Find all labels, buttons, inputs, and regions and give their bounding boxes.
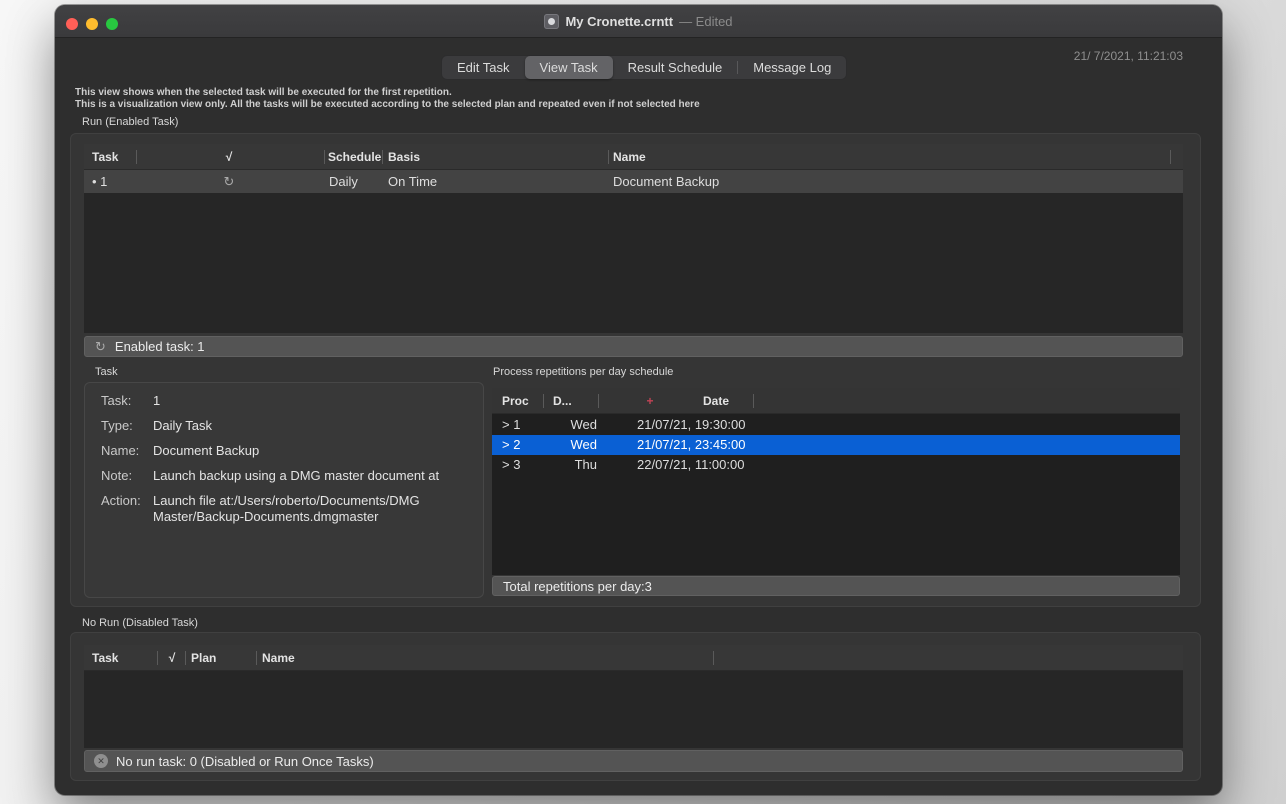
window-title: My Cronette.crntt — Edited (55, 5, 1222, 38)
cell-proc: > 2 (502, 437, 521, 452)
col-task[interactable]: Task (92, 645, 118, 671)
tab-message-log[interactable]: Message Log (738, 56, 846, 79)
column-separator[interactable] (324, 150, 325, 164)
norun-section-label: No Run (Disabled Task) (82, 617, 198, 629)
total-repetitions-statusbar: Total repetitions per day:3 (492, 576, 1180, 596)
enabled-task-count: Enabled task: 1 (114, 339, 205, 354)
cell-date: 21/07/21, 23:45:00 (637, 437, 746, 452)
repetition-row[interactable]: > 3 Thu 22/07/21, 11:00:00 (492, 455, 1180, 475)
total-repetitions-text: Total repetitions per day:3 (503, 578, 652, 594)
repetition-row[interactable]: > 1 Wed 21/07/21, 19:30:00 (492, 415, 1180, 435)
column-separator[interactable] (543, 394, 544, 408)
task-panel-label: Task (95, 366, 118, 378)
document-proxy-icon[interactable] (544, 14, 560, 29)
column-separator[interactable] (598, 394, 599, 408)
column-separator[interactable] (1170, 150, 1171, 164)
app-window: My Cronette.crntt — Edited Edit Task Vie… (55, 5, 1222, 795)
repeat-icon: ↻ (223, 174, 235, 189)
field-value: Launch backup using a DMG master documen… (153, 468, 440, 483)
cell-proc: > 3 (502, 457, 521, 472)
field-label: Note: (101, 468, 133, 483)
field-value: 1 (153, 393, 161, 408)
intro-line-1: This view shows when the selected task w… (75, 87, 452, 98)
cell-name: Document Backup (613, 174, 720, 189)
col-plan[interactable]: Plan (191, 645, 216, 671)
document-title: My Cronette.crntt (565, 14, 674, 29)
edited-indicator: — Edited (679, 14, 733, 29)
field-value: Document Backup (153, 443, 260, 458)
column-separator[interactable] (136, 150, 137, 164)
run-section-label: Run (Enabled Task) (82, 116, 179, 128)
col-basis[interactable]: Basis (388, 144, 420, 170)
tab-view-task[interactable]: View Task (524, 56, 613, 79)
cell-day: Thu (574, 457, 597, 472)
col-check[interactable]: √ (199, 144, 259, 170)
cross-circle-icon: ✕ (94, 754, 108, 768)
column-separator[interactable] (256, 651, 257, 665)
table-row[interactable]: • 1 ↻ Daily On Time Document Backup (84, 170, 1183, 193)
column-separator[interactable] (753, 394, 754, 408)
cell-task-number: • 1 (92, 174, 108, 189)
disabled-task-table-header: Task √ Plan Name (84, 645, 1183, 671)
cell-basis: On Time (388, 174, 438, 189)
column-separator[interactable] (185, 651, 186, 665)
column-separator[interactable] (157, 651, 158, 665)
repetitions-table[interactable]: Proc D... + Date > 1 Wed 21/07/21, 19:30… (492, 388, 1180, 575)
cell-date: 22/07/21, 11:00:00 (637, 457, 745, 472)
task-detail-panel: Task: 1 Type: Daily Task Name: Document … (84, 382, 484, 598)
enabled-task-table-header: Task √ Schedule Basis Name (84, 144, 1183, 170)
col-check[interactable]: √ (159, 645, 185, 671)
cell-day: Wed (570, 417, 598, 432)
field-value: Daily Task (153, 418, 213, 433)
col-schedule[interactable]: Schedule (328, 144, 381, 170)
col-plus[interactable]: + (620, 388, 680, 414)
field-name: Name: Document Backup (101, 443, 483, 459)
col-task[interactable]: Task (92, 144, 118, 170)
disabled-task-table[interactable]: Task √ Plan Name (84, 645, 1183, 748)
intro-line-2: This is a visualization view only. All t… (75, 99, 700, 110)
norun-task-count: No run task: 0 (Disabled or Run Once Tas… (116, 753, 374, 769)
enabled-task-statusbar: ↻ Enabled task: 1 (84, 336, 1183, 357)
field-label: Task: (101, 393, 132, 408)
column-separator[interactable] (382, 150, 383, 164)
disabled-task-statusbar: ✕ No run task: 0 (Disabled or Run Once T… (84, 750, 1183, 772)
field-type: Type: Daily Task (101, 418, 483, 434)
cell-proc: > 1 (502, 417, 521, 432)
col-day[interactable]: D... (553, 388, 572, 414)
field-task: Task: 1 (101, 393, 483, 409)
col-name[interactable]: Name (262, 645, 295, 671)
tab-result-schedule[interactable]: Result Schedule (613, 56, 738, 79)
enabled-task-table[interactable]: Task √ Schedule Basis Name • 1 ↻ Daily O… (84, 144, 1183, 333)
repetitions-table-header: Proc D... + Date (492, 388, 1180, 414)
field-label: Action: (101, 493, 141, 508)
repetitions-panel-label: Process repetitions per day schedule (493, 366, 674, 378)
field-label: Type: (101, 418, 133, 433)
column-separator[interactable] (713, 651, 714, 665)
view-segmented-control: Edit Task View Task Result Schedule Mess… (441, 55, 848, 80)
field-note: Note: Launch backup using a DMG master d… (101, 468, 483, 484)
field-action: Action: Launch file at:/Users/roberto/Do… (101, 493, 483, 525)
col-proc[interactable]: Proc (502, 388, 529, 414)
repetition-row-selected[interactable]: > 2 Wed 21/07/21, 23:45:00 (492, 435, 1180, 455)
col-date[interactable]: Date (686, 388, 746, 414)
field-label: Name: (101, 443, 140, 458)
current-datetime: 21/ 7/2021, 11:21:03 (1073, 49, 1183, 63)
repeat-icon: ↻ (95, 338, 106, 354)
tab-edit-task[interactable]: Edit Task (442, 56, 525, 79)
cell-date: 21/07/21, 19:30:00 (637, 417, 746, 432)
title-bar[interactable]: My Cronette.crntt — Edited (55, 5, 1222, 38)
column-separator[interactable] (608, 150, 609, 164)
field-value: Launch file at:/Users/roberto/Documents/… (153, 493, 420, 524)
cell-day: Wed (570, 437, 598, 452)
col-name[interactable]: Name (613, 144, 646, 170)
cell-schedule: Daily (329, 174, 358, 189)
